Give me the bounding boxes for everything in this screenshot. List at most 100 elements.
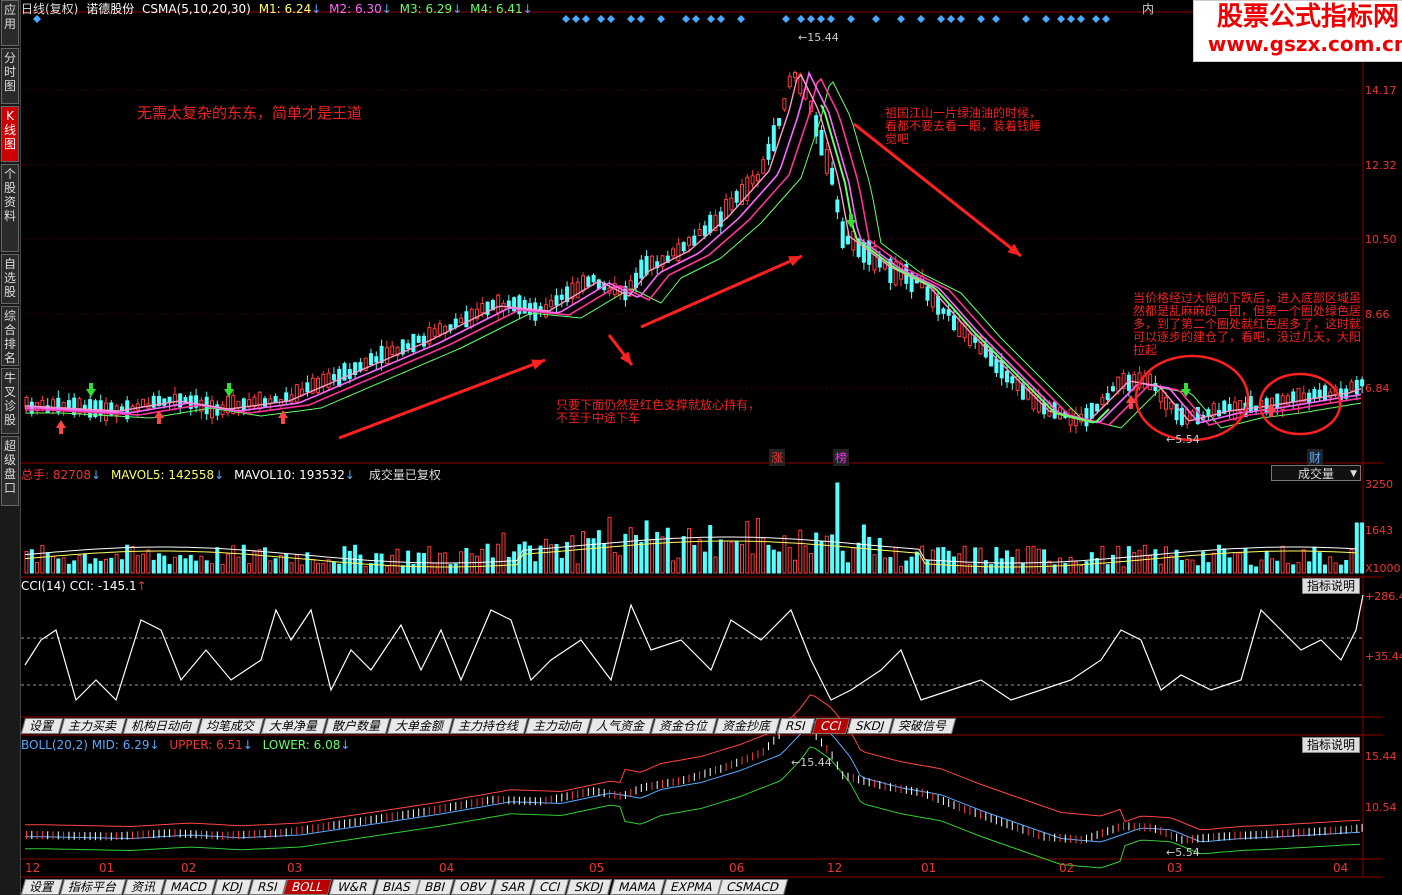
volume-bar [88, 563, 93, 574]
bottom-tab-6[interactable]: BOLL [283, 879, 333, 895]
candle-body [793, 71, 797, 78]
bottom-tab-0[interactable]: 设置 [20, 879, 64, 895]
left-tab-7[interactable]: 超级盘口 [1, 436, 19, 506]
signal-diamond-icon [847, 15, 855, 23]
volume-bar [390, 554, 395, 574]
candle-body [480, 302, 485, 314]
candle-body [1073, 412, 1078, 427]
volume-bar [962, 545, 967, 574]
bottom-tab-5[interactable]: RSI [248, 879, 287, 895]
indicator-tab-1[interactable]: 主力买卖 [59, 718, 127, 734]
indicator-tab-9[interactable]: 人气资金 [587, 718, 655, 734]
volume-bar [644, 520, 649, 574]
signal-diamond-icon [1042, 15, 1050, 23]
marker-bang[interactable]: 榜 [833, 449, 850, 466]
indicator-name[interactable]: CSMA(5,10,20,30) [142, 2, 251, 16]
annotation-bottom-mid: 只要下面仍然是红色支撑就放心持有，不至于中途下车 [556, 398, 761, 425]
volume-bar [554, 543, 559, 574]
left-tab-2[interactable]: K线图 [1, 106, 19, 162]
price-label: 6.84 [1365, 382, 1390, 395]
bottom-tab-15[interactable]: EXPMA [661, 879, 722, 895]
trend-arrow [338, 358, 546, 440]
boll-explain-button[interactable]: 指标说明 [1302, 737, 1361, 753]
indicator-tab-6[interactable]: 大单金额 [386, 718, 454, 734]
volume-bar [72, 560, 77, 574]
indicator-tab-12[interactable]: RSI [777, 718, 815, 734]
volume-bar [1116, 545, 1121, 574]
volume-bar [803, 545, 808, 574]
candle-body [1010, 376, 1015, 384]
left-tab-1[interactable]: 分时图 [1, 48, 19, 104]
indicator-tab-11[interactable]: 资金抄底 [714, 718, 781, 734]
indicator-tab-4[interactable]: 大单净量 [260, 718, 328, 734]
bottom-tab-12[interactable]: CCI [530, 879, 570, 895]
candle-body [1100, 397, 1105, 406]
volume-bar [188, 554, 193, 574]
candle-body [1164, 397, 1168, 410]
volume-bar [1105, 564, 1110, 574]
bottom-tab-10[interactable]: OBV [451, 879, 495, 895]
volume-bar [1073, 561, 1078, 574]
bottom-tab-9[interactable]: BBI [416, 879, 455, 895]
chevron-down-icon[interactable]: ▼ [1350, 466, 1357, 482]
volume-bar [1042, 549, 1047, 574]
left-tab-6[interactable]: 牛叉诊股 [1, 368, 19, 434]
bottom-tab-11[interactable]: SAR [491, 879, 535, 895]
indicator-tab-3[interactable]: 均笔成交 [197, 718, 265, 734]
volume-bar [1031, 545, 1036, 574]
bottom-tab-14[interactable]: MAMA [609, 879, 665, 895]
bottom-tab-2[interactable]: 资讯 [122, 879, 166, 895]
marker-cai[interactable]: 财 [1307, 449, 1324, 466]
candle-body [761, 159, 766, 174]
bottom-tab-1[interactable]: 指标平台 [59, 879, 127, 895]
volume-selector[interactable]: 成交量 ▼ [1271, 465, 1361, 481]
volume-bar [167, 563, 172, 574]
volume-bar [1291, 564, 1296, 574]
cci-explain-button[interactable]: 指标说明 [1302, 578, 1361, 594]
bottom-tab-7[interactable]: W&R [328, 879, 377, 895]
volume-bar [649, 538, 654, 574]
bottom-tab-16[interactable]: CSMACD [718, 879, 789, 895]
bottom-tab-4[interactable]: KDJ [212, 879, 252, 895]
candle-body [994, 358, 999, 373]
candle-body [384, 347, 389, 365]
indicator-tab-8[interactable]: 主力动向 [524, 718, 592, 734]
indicator-tab-14[interactable]: SKDJ [846, 718, 894, 734]
volume-bar [374, 553, 379, 574]
bottom-tab-3[interactable]: MACD [161, 879, 217, 895]
volume-bar [422, 553, 426, 574]
volume-bar [808, 552, 813, 574]
left-tab-4[interactable]: 自选股 [1, 254, 19, 304]
indicator-tab-7[interactable]: 主力持仓线 [449, 718, 529, 734]
bottom-tab-13[interactable]: SKDJ [566, 879, 613, 895]
volume-bar [29, 549, 34, 574]
bottom-tab-8[interactable]: BIAS [373, 879, 420, 895]
left-tab-3[interactable]: 个股资料 [1, 164, 19, 252]
signal-diamond-icon [717, 15, 725, 23]
candle-body [586, 276, 591, 287]
volume-bar [1211, 552, 1216, 574]
signal-diamond-icon [627, 15, 635, 23]
indicator-tab-2[interactable]: 机构日动向 [122, 718, 202, 734]
volume-bar [787, 547, 792, 574]
indicator-tab-5[interactable]: 散户数量 [323, 718, 391, 734]
volume-bar [1190, 559, 1195, 574]
volume-bar [1222, 548, 1227, 574]
volume-bar [395, 548, 400, 574]
left-tab-0[interactable]: 应用 [1, 0, 19, 46]
indicator-tab-13[interactable]: CCI [811, 718, 851, 734]
indicator-tab-15[interactable]: 突破信号 [890, 718, 957, 734]
indicator-tab-10[interactable]: 资金仓位 [651, 718, 718, 734]
volume-bar [310, 558, 315, 574]
marker-zhang[interactable]: 涨 [769, 449, 786, 466]
chart-canvas[interactable] [21, 0, 1402, 895]
mavol10-value: MAVOL10: 193532 [234, 468, 345, 482]
volume-note: 成交量已复权 [368, 468, 441, 482]
candle-body [596, 279, 601, 290]
period-label[interactable]: 日线(复权) [21, 2, 78, 16]
left-tab-5[interactable]: 综合排名 [1, 306, 19, 366]
signal-diamond-icon [947, 15, 955, 23]
indicator-tab-0[interactable]: 设置 [20, 718, 64, 734]
ma-line-m3 [25, 77, 1362, 426]
volume-bar [146, 549, 151, 574]
